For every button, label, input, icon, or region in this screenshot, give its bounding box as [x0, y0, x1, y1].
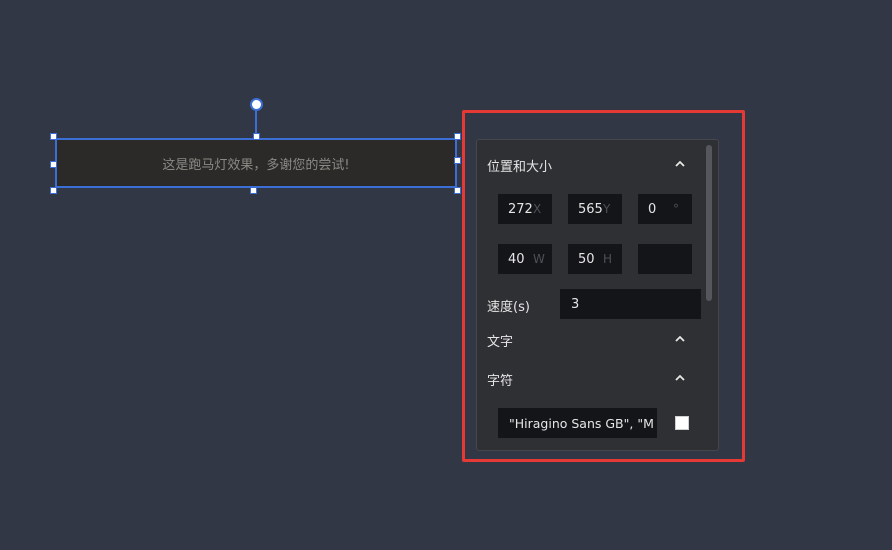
resize-handle-top-right[interactable]	[454, 133, 461, 140]
highlight-frame	[462, 110, 745, 462]
resize-handle-bottom-left[interactable]	[50, 187, 57, 194]
rotate-connector	[255, 108, 257, 136]
resize-handle-top[interactable]	[253, 133, 260, 140]
resize-handle-bottom-right[interactable]	[454, 187, 461, 194]
marquee-component[interactable]: 这是跑马灯效果，多谢您的尝试!	[55, 138, 457, 188]
resize-handle-top-left[interactable]	[50, 133, 57, 140]
marquee-text: 这是跑马灯效果，多谢您的尝试!	[162, 157, 350, 173]
resize-handle-right[interactable]	[454, 157, 461, 164]
resize-handle-left[interactable]	[50, 161, 57, 168]
rotate-handle[interactable]	[250, 98, 263, 111]
resize-handle-bottom[interactable]	[250, 187, 257, 194]
